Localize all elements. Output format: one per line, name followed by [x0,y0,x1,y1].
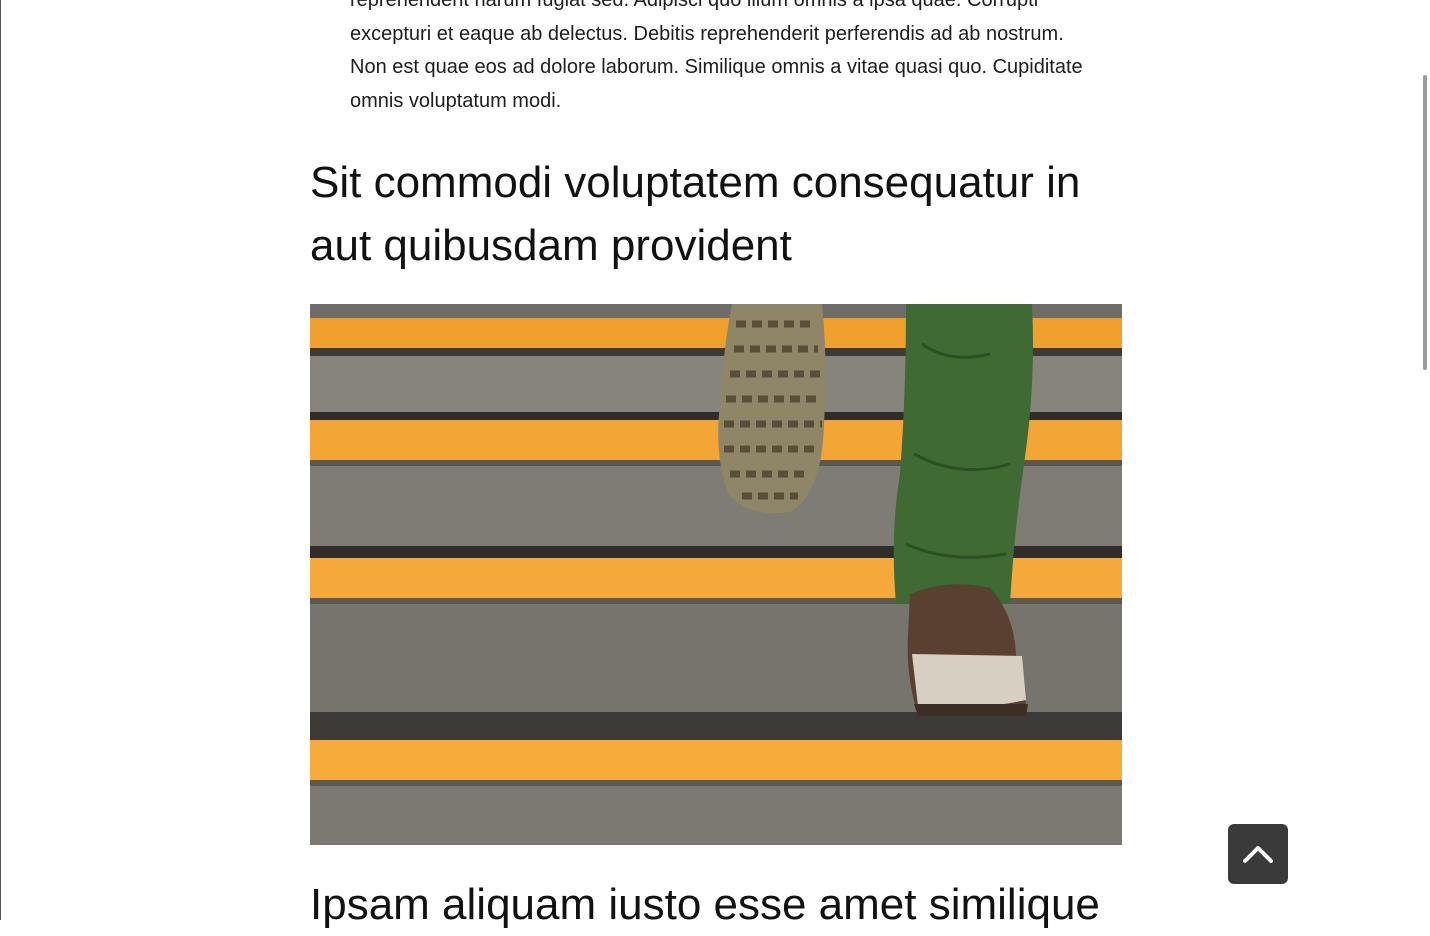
scroll-to-top-button[interactable] [1228,824,1288,884]
section-heading: Sit commodi voluptatem consequatur in au… [310,158,1081,270]
page-left-border [0,0,1,920]
scrollbar-thumb[interactable] [1423,75,1427,370]
article-image [310,304,1122,845]
chevron-up-icon [1243,846,1273,863]
article-paragraph: reprehenderit harum fugiat sed. Adipisci… [350,0,1083,112]
section-heading: Ipsam aliquam iusto esse amet similique [310,880,1100,929]
